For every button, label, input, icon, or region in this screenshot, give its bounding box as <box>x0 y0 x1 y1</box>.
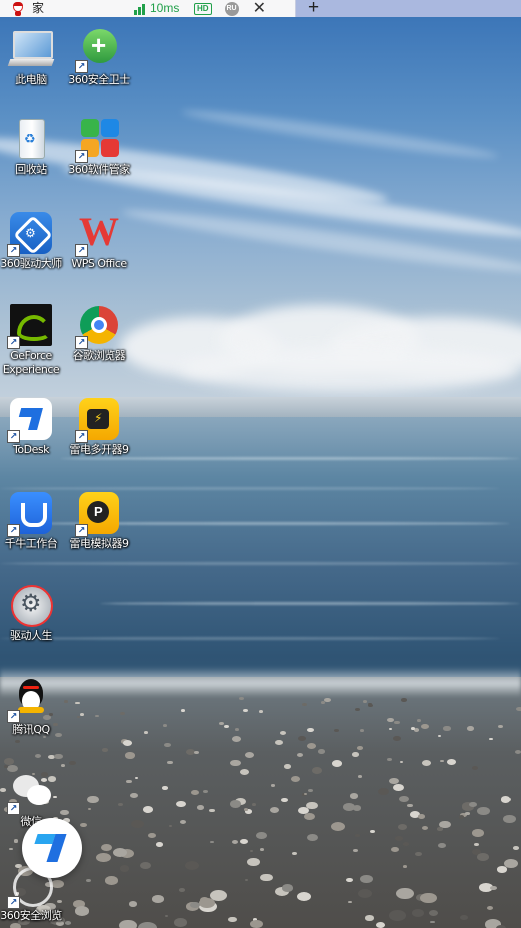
desktop-icon-driver-life[interactable]: ⚙ 驱动人生 <box>0 583 66 642</box>
ldplayer-multi-icon: ⚡ ↗ <box>75 397 121 443</box>
ldplayer-icon: P ↗ <box>75 491 121 537</box>
geforce-experience-icon: ↗ <box>7 303 53 349</box>
icon-label: 千牛工作台 <box>4 537 58 550</box>
todesk-floating-button[interactable] <box>22 818 82 878</box>
signal-strength-icon <box>134 3 145 15</box>
icon-label: 驱动人生 <box>10 629 53 642</box>
qianniu-icon: ↗ <box>7 491 53 537</box>
todesk-logo-icon <box>34 834 68 862</box>
icon-label: 360驱动大师 <box>0 257 62 270</box>
icon-label: 回收站 <box>15 163 47 176</box>
close-tab-icon[interactable]: ✕ <box>253 0 266 17</box>
latency-value: 10ms <box>150 1 180 15</box>
icon-label: WPS Office <box>71 257 127 270</box>
remote-tab-bar: 家 10ms HD RU ✕ + <box>0 0 521 17</box>
icon-label: 360安全卫士 <box>68 73 130 86</box>
tab-title: 家 <box>32 1 45 15</box>
driver-life-icon: ⚙ <box>9 583 53 627</box>
icon-label: 腾讯QQ <box>12 723 50 736</box>
360-security-icon: + ↗ <box>75 27 121 73</box>
qq-icon: ↗ <box>7 677 53 723</box>
hd-quality-badge[interactable]: HD <box>194 2 212 15</box>
computer-icon <box>7 27 55 71</box>
remote-desktop[interactable]: 此电脑 ♻ 回收站 ⚙ ↗ 360驱动大师 ↗ GeForce Experien… <box>0 17 521 928</box>
desktop-icon-ld-multi[interactable]: ⚡ ↗ 雷电多开器9 <box>64 397 134 456</box>
360-software-manager-icon: ↗ <box>75 117 121 163</box>
icon-label: 雷电多开器9 <box>69 443 130 456</box>
icon-label: ToDesk <box>13 443 49 456</box>
desktop-icon-geforce[interactable]: ↗ GeForce Experience <box>0 303 66 377</box>
desktop-icon-todesk[interactable]: ↗ ToDesk <box>0 397 66 456</box>
360-driver-master-icon: ⚙ ↗ <box>7 211 53 257</box>
user-avatar-icon <box>10 1 26 16</box>
wps-office-icon: W ↗ <box>75 211 121 257</box>
desktop-icon-ldplayer[interactable]: P ↗ 雷电模拟器9 <box>64 491 134 550</box>
todesk-icon: ↗ <box>7 397 53 443</box>
desktop-icon-chrome[interactable]: ↗ 谷歌浏览器 <box>64 303 134 362</box>
icon-label: 360安全浏览 <box>0 909 62 922</box>
user-badge[interactable]: RU <box>224 1 239 16</box>
icon-label: GeForce Experience <box>2 349 60 376</box>
desktop-icon-wps[interactable]: W ↗ WPS Office <box>64 211 134 271</box>
remote-session-tab[interactable]: 家 10ms HD RU ✕ <box>0 0 296 17</box>
recycle-bin-icon: ♻ <box>9 117 53 161</box>
desktop-icon-360-driver[interactable]: ⚙ ↗ 360驱动大师 <box>0 211 66 270</box>
new-tab-button[interactable]: + <box>308 0 319 17</box>
desktop-icon-this-pc[interactable]: 此电脑 <box>0 27 66 86</box>
wechat-icon: ↗ <box>7 769 53 815</box>
icon-label: 此电脑 <box>15 73 47 86</box>
chrome-icon: ↗ <box>75 303 121 349</box>
desktop-icon-recycle-bin[interactable]: ♻ 回收站 <box>0 117 66 176</box>
icon-label: 雷电模拟器9 <box>69 537 130 550</box>
desktop-icon-360-software[interactable]: ↗ 360软件管家 <box>64 117 134 176</box>
desktop-icon-qianniu[interactable]: ↗ 千牛工作台 <box>0 491 66 550</box>
desktop-icon-qq[interactable]: ↗ 腾讯QQ <box>0 677 66 736</box>
icon-label: 360软件管家 <box>68 163 130 176</box>
icon-label: 谷歌浏览器 <box>72 349 126 362</box>
desktop-icon-360-security[interactable]: + ↗ 360安全卫士 <box>64 27 134 86</box>
